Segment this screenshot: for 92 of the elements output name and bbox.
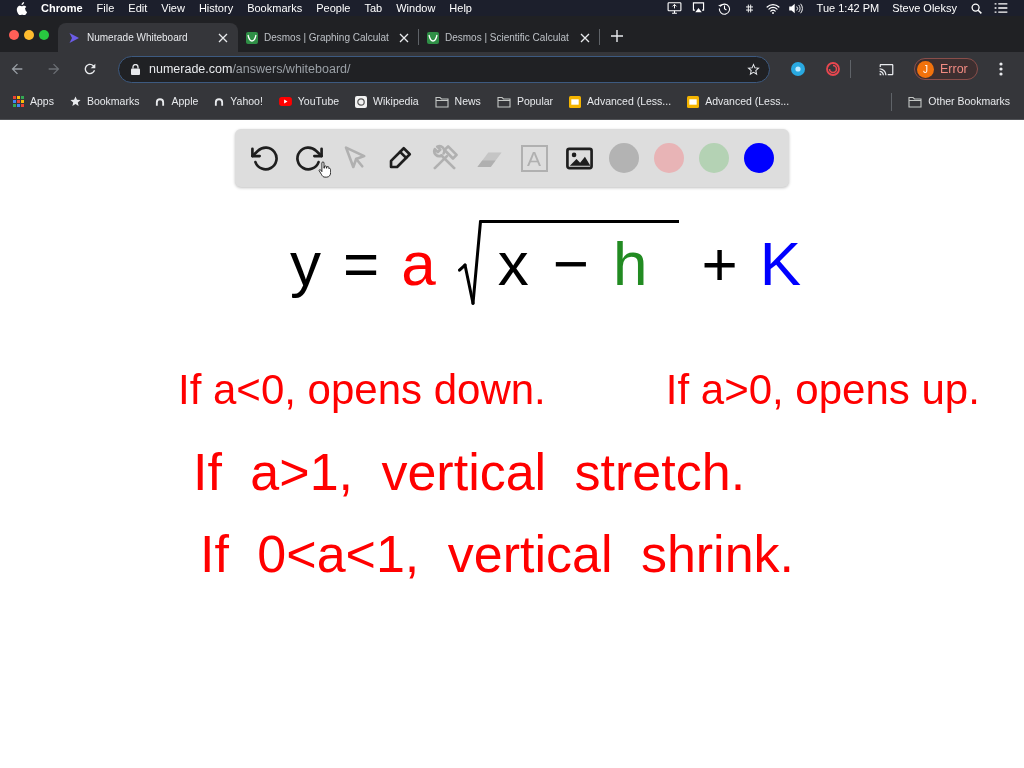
clock-text[interactable]: Tue 1:42 PM bbox=[816, 2, 880, 14]
handwritten-note: If a<0, opens down. bbox=[178, 365, 546, 415]
equation-symbol: = bbox=[343, 228, 380, 300]
volume-icon[interactable] bbox=[787, 2, 803, 14]
equation-symbol: − bbox=[552, 228, 589, 300]
wifi-icon[interactable] bbox=[765, 2, 780, 14]
curve-tile-icon bbox=[246, 31, 258, 44]
clock-icon[interactable] bbox=[717, 1, 731, 15]
bookmark-item[interactable]: Advanced (Less... bbox=[569, 93, 672, 110]
profile-button[interactable]: J Error bbox=[914, 58, 978, 80]
close-icon bbox=[399, 32, 409, 43]
color-swatch-icon[interactable] bbox=[654, 143, 684, 173]
list-icon[interactable] bbox=[994, 3, 1008, 13]
display-icon[interactable] bbox=[666, 2, 682, 14]
back-button[interactable] bbox=[9, 61, 25, 77]
bookmark-item[interactable]: Advanced (Less... bbox=[687, 93, 790, 110]
new-tab-button[interactable] bbox=[609, 28, 625, 44]
bookmark-item[interactable]: Wikipedia bbox=[355, 93, 419, 110]
menu-item[interactable]: People bbox=[316, 2, 351, 14]
avatar-initial: J bbox=[917, 60, 934, 78]
document-icon bbox=[687, 95, 700, 108]
undo-button[interactable] bbox=[249, 143, 279, 173]
bookmark-item[interactable]: Yahoo! bbox=[214, 93, 263, 110]
cast-icon[interactable] bbox=[879, 61, 894, 77]
menu-item[interactable]: Help bbox=[449, 2, 472, 14]
browser-tab[interactable]: Desmos | Scientific Calculat bbox=[419, 23, 599, 52]
equation-symbol: + bbox=[701, 228, 738, 300]
menu-item[interactable]: History bbox=[198, 2, 234, 14]
extension-dot-icon[interactable] bbox=[791, 62, 805, 76]
document-icon bbox=[569, 95, 582, 108]
bookmark-item[interactable]: Other Bookmarks bbox=[908, 93, 1010, 110]
minimize-window-icon[interactable] bbox=[24, 30, 34, 40]
tile-icon bbox=[355, 95, 368, 108]
folder-icon bbox=[496, 95, 511, 108]
apps-grid-icon bbox=[13, 96, 24, 107]
play-arrow-icon bbox=[68, 31, 80, 44]
equation-symbol: x bbox=[497, 228, 529, 300]
undo-icon bbox=[249, 143, 279, 173]
arch-icon bbox=[214, 96, 225, 107]
redo-button[interactable] bbox=[294, 143, 324, 173]
reload-icon bbox=[82, 61, 98, 77]
bookmark-item[interactable]: Bookmarks bbox=[69, 93, 140, 110]
handwritten-note: If 0<a<1, vertical shrink. bbox=[200, 524, 795, 585]
color-swatch-icon[interactable] bbox=[609, 143, 639, 173]
hand-cursor-icon bbox=[318, 161, 331, 178]
extension-ring-icon[interactable] bbox=[826, 62, 840, 76]
equation-symbol: y bbox=[290, 228, 321, 300]
plus-icon bbox=[611, 30, 623, 42]
user-name[interactable]: Steve Oleksy bbox=[892, 2, 957, 14]
folder-icon bbox=[908, 95, 923, 108]
reload-button[interactable] bbox=[82, 61, 98, 77]
folder-icon bbox=[434, 95, 449, 108]
forward-arrow-icon bbox=[46, 61, 62, 77]
handwritten-note: If a>0, opens up. bbox=[665, 365, 980, 415]
bookmark-item[interactable]: Apps bbox=[13, 93, 54, 110]
search-icon[interactable] bbox=[971, 2, 982, 14]
equation-symbol: K bbox=[759, 228, 801, 300]
bookmark-item[interactable]: News bbox=[434, 93, 481, 110]
curve-tile-icon bbox=[427, 31, 439, 44]
app-menu[interactable]: Chrome bbox=[41, 2, 83, 14]
handwritten-note: If a>1, vertical stretch. bbox=[193, 442, 746, 503]
equation-symbol: a bbox=[401, 228, 436, 300]
browser-tab[interactable]: Desmos | Graphing Calculat bbox=[238, 23, 418, 52]
bookmark-item[interactable]: Apple bbox=[155, 93, 199, 110]
lock-icon bbox=[131, 63, 140, 75]
back-arrow-icon bbox=[9, 61, 25, 77]
menu-item[interactable]: Edit bbox=[128, 2, 148, 14]
apple-logo-icon[interactable] bbox=[16, 1, 27, 15]
address-bar[interactable]: numerade.com/answers/whiteboard/ bbox=[118, 55, 770, 83]
equation-symbol: h bbox=[612, 228, 648, 300]
arch-icon bbox=[155, 96, 166, 107]
close-icon bbox=[580, 32, 590, 43]
bookmark-item[interactable]: Popular bbox=[496, 93, 554, 110]
close-icon bbox=[218, 32, 228, 43]
redo-icon bbox=[294, 143, 324, 173]
more-menu-icon[interactable] bbox=[998, 62, 1003, 76]
menu-item[interactable]: View bbox=[161, 2, 185, 14]
menu-item[interactable]: File bbox=[96, 2, 115, 14]
grid-icon[interactable] bbox=[745, 3, 753, 13]
color-swatch-icon[interactable] bbox=[699, 143, 729, 173]
menu-item[interactable]: Tab bbox=[364, 2, 383, 14]
play-button-icon bbox=[278, 96, 292, 107]
bookmark-item[interactable]: YouTube bbox=[278, 93, 340, 110]
star-icon bbox=[69, 96, 81, 107]
bookmark-star-icon[interactable] bbox=[746, 61, 761, 77]
color-swatch-icon[interactable] bbox=[744, 143, 774, 173]
menu-item[interactable]: Bookmarks bbox=[247, 2, 303, 14]
menu-item[interactable]: Window bbox=[396, 2, 436, 14]
zoom-window-icon[interactable] bbox=[39, 30, 49, 40]
browser-tab[interactable]: Numerade Whiteboard bbox=[58, 23, 238, 52]
screen-share-icon[interactable] bbox=[691, 2, 705, 14]
close-window-icon[interactable] bbox=[9, 30, 19, 40]
